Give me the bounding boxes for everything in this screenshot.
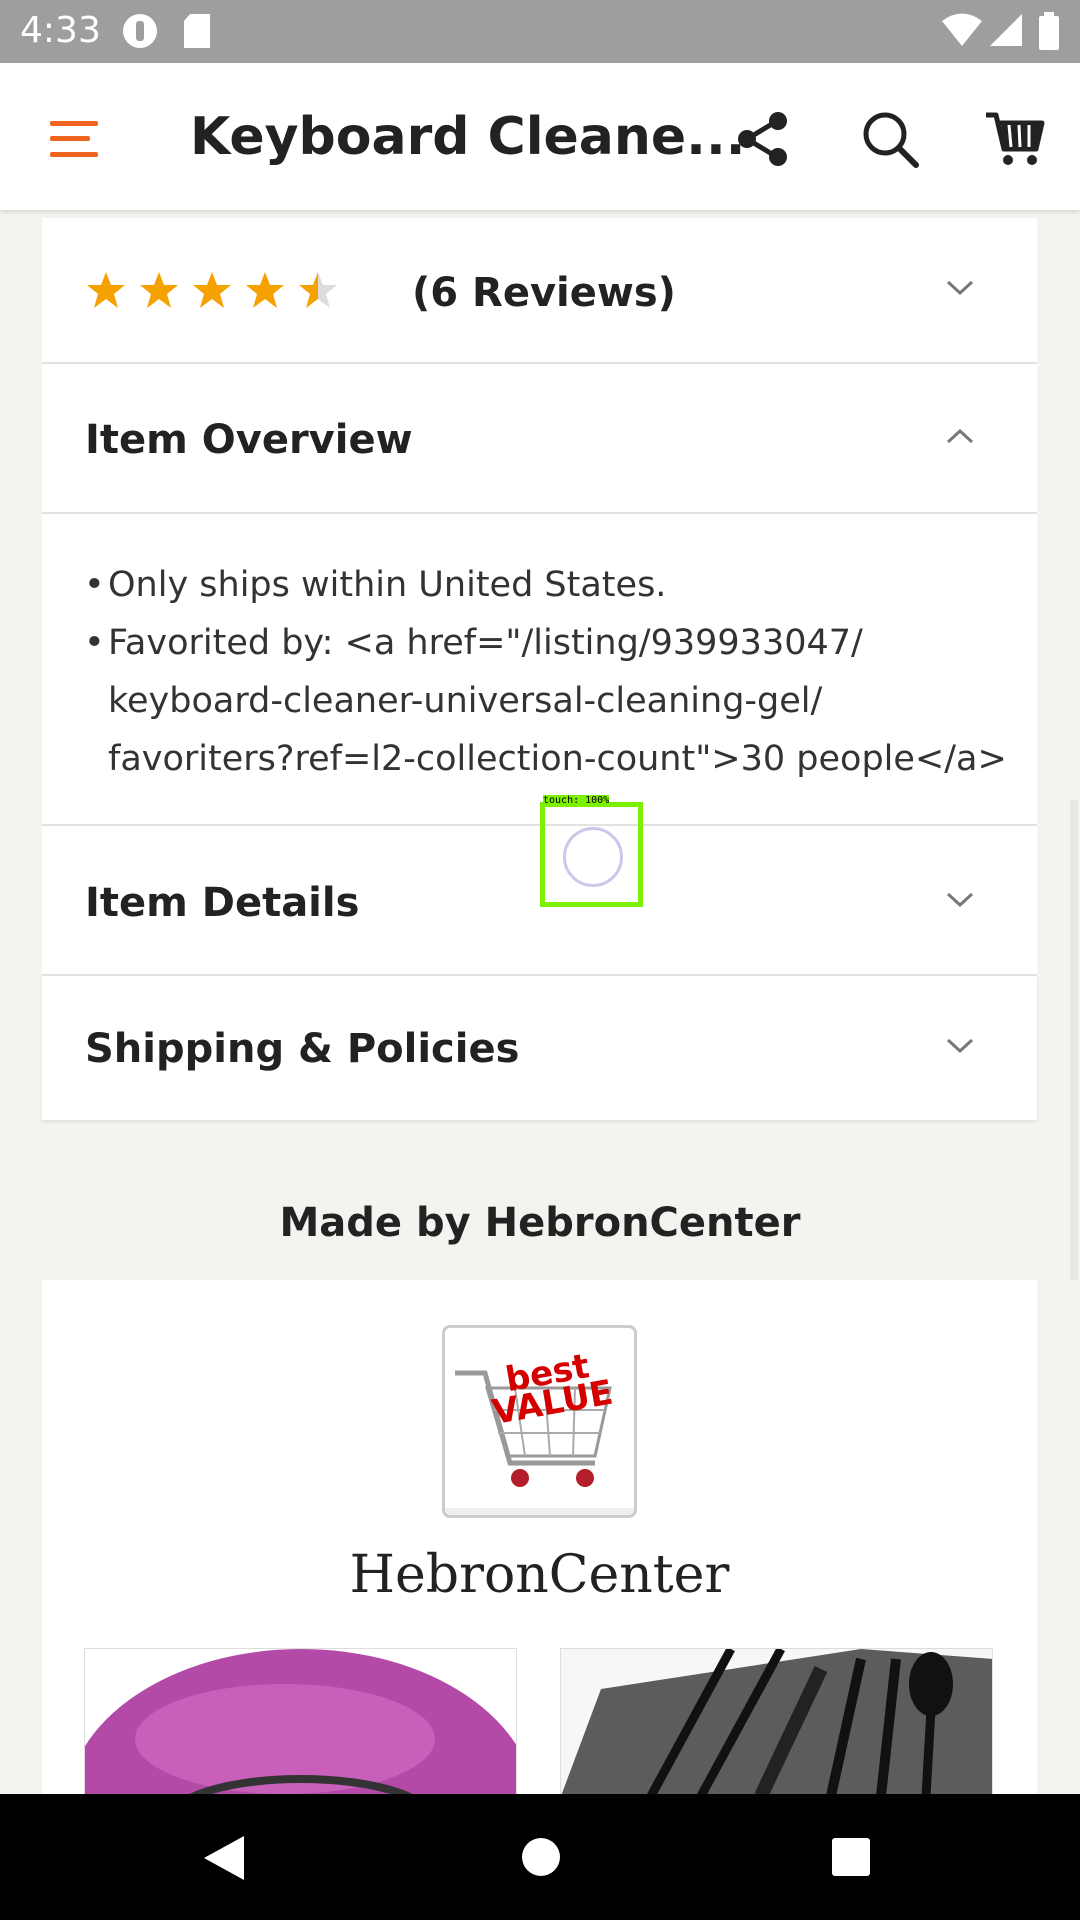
list-item: • Only ships within United States. — [84, 556, 1034, 614]
app-notification-icon — [123, 14, 157, 48]
battery-icon — [1039, 12, 1059, 50]
star-icon — [193, 272, 231, 308]
reviews-section[interactable]: (6 Reviews) — [42, 218, 1037, 364]
rating-stars — [87, 272, 337, 308]
status-time: 4:33 — [20, 10, 101, 51]
app-bar: Keyboard Cleane... — [0, 63, 1080, 210]
shop-listing-thumbnail[interactable] — [560, 1648, 993, 1795]
star-icon — [87, 272, 125, 308]
shop-listing-thumbnail[interactable] — [84, 1648, 517, 1795]
scrollbar[interactable] — [1070, 800, 1078, 1280]
menu-button[interactable] — [34, 99, 114, 179]
system-nav-bar — [0, 1794, 1080, 1920]
favorited-line-1: Favorited by: <a href="/listing/93993304… — [108, 623, 863, 663]
pink-bowl-image — [85, 1649, 516, 1794]
share-button[interactable] — [723, 99, 803, 179]
search-icon — [863, 112, 919, 168]
shipping-policies-section[interactable]: Shipping & Policies — [42, 976, 1037, 1120]
shipping-policies-title: Shipping & Policies — [85, 1026, 520, 1072]
overview-bullet-favorited[interactable]: Favorited by: <a href="/listing/93993304… — [108, 614, 1007, 788]
chevron-up-icon — [946, 428, 974, 444]
chevron-down-icon — [946, 892, 974, 908]
favorited-line-3: favoriters?ref=l2-collection-count">30 p… — [108, 739, 1007, 779]
star-icon — [140, 272, 178, 308]
page-title: Keyboard Cleane... — [190, 107, 746, 167]
wifi-icon — [942, 13, 982, 46]
shop-logo[interactable]: best VALUE — [442, 1325, 637, 1518]
sd-card-icon — [184, 14, 210, 48]
shop-card: best VALUE HebronCenter — [42, 1280, 1037, 1795]
back-icon[interactable] — [200, 1834, 246, 1882]
review-count: (6 Reviews) — [412, 270, 676, 316]
touch-label: touch: 100% — [543, 795, 610, 806]
cart-button[interactable] — [975, 99, 1055, 179]
item-overview-title: Item Overview — [85, 417, 413, 463]
item-overview-header[interactable]: Item Overview — [42, 364, 1037, 514]
overview-bullet-list: • Only ships within United States. • Favo… — [84, 556, 1034, 788]
touch-circle — [563, 827, 623, 887]
made-by-heading: Made by HebronCenter — [279, 1200, 801, 1246]
touch-indicator: touch: 100% — [540, 795, 643, 907]
share-icon — [738, 112, 787, 166]
item-details-title: Item Details — [85, 880, 360, 926]
cell-signal-icon — [990, 14, 1022, 46]
hamburger-icon — [50, 121, 98, 157]
overview-bullet-shipping: Only ships within United States. — [108, 565, 667, 605]
half-star-icon — [299, 272, 337, 308]
home-icon[interactable] — [520, 1836, 562, 1878]
recents-icon[interactable] — [830, 1836, 872, 1878]
search-button[interactable] — [850, 99, 930, 179]
favorited-line-2: keyboard-cleaner-universal-cleaning-gel/ — [108, 681, 823, 721]
black-cutlery-set-image — [561, 1649, 992, 1794]
shop-name[interactable]: HebronCenter — [42, 1545, 1037, 1605]
item-overview-content: • Only ships within United States. • Favo… — [42, 514, 1037, 826]
cart-icon — [986, 112, 1045, 165]
chevron-down-icon — [946, 1038, 974, 1054]
chevron-down-icon — [946, 280, 974, 296]
status-bar: 4:33 — [0, 0, 1080, 63]
list-item: • Favorited by: <a href="/listing/939933… — [84, 614, 1034, 788]
star-icon — [246, 272, 284, 308]
